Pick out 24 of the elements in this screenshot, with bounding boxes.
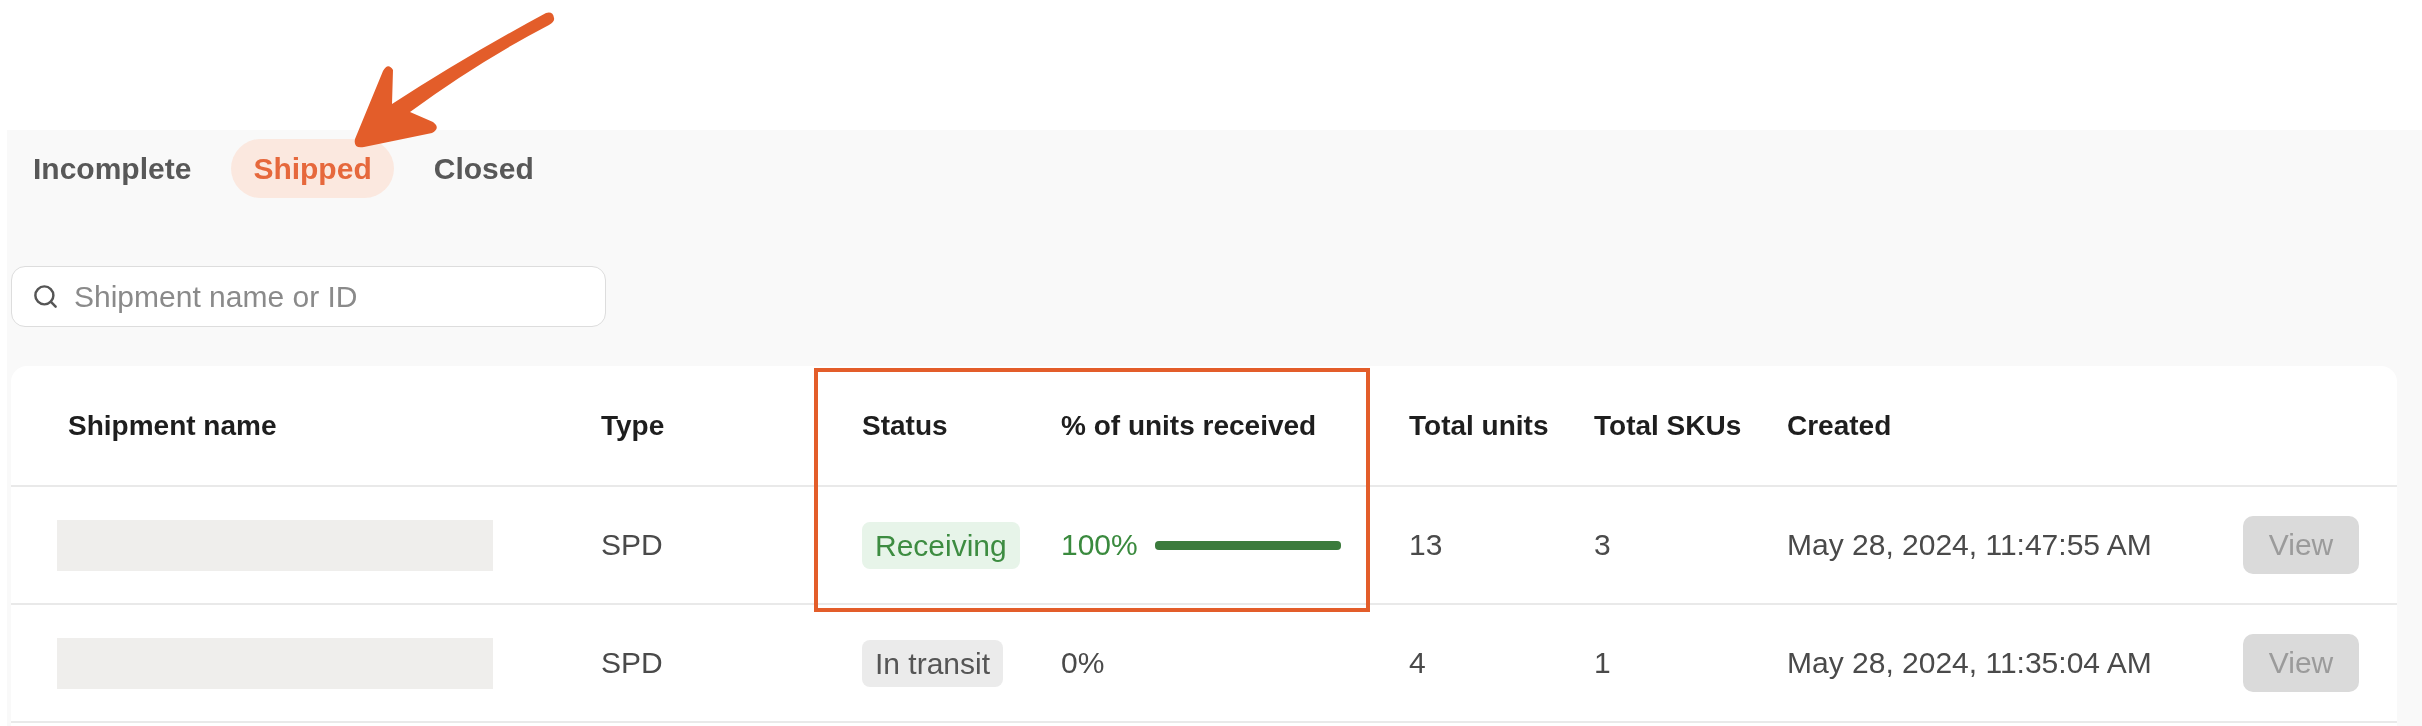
table-cell: SPD [601,528,663,562]
column-header: Type [601,409,665,442]
table-cell: 3 [1594,528,1611,562]
column-header: Total SKUs [1594,409,1742,442]
status-badge: In transit [862,639,1004,687]
tab[interactable]: Incomplete [11,139,214,198]
table-cell: 1 [1594,646,1611,680]
column-header: Shipment name [68,409,277,442]
tab[interactable]: Closed [411,139,556,198]
table-cell: SPD [601,646,663,680]
percent-received: 0% [1061,646,1105,680]
column-header: % of units received [1061,409,1317,442]
search-field[interactable]: Shipment name or ID [11,266,606,327]
table-cell: 4 [1409,646,1426,680]
column-header: Status [862,409,948,442]
tab[interactable]: Shipped [231,139,394,198]
status-badge: Receiving [862,521,1020,569]
column-header: Created [1787,409,1892,442]
table-cell: 13 [1409,528,1443,562]
percent-received: 100% [1061,528,1138,562]
column-header: Total units [1409,409,1549,442]
table-cell: May 28, 2024, 11:47:55 AM [1787,528,2152,562]
search-icon [32,283,59,310]
table-cell: May 28, 2024, 11:35:04 AM [1787,646,2152,680]
